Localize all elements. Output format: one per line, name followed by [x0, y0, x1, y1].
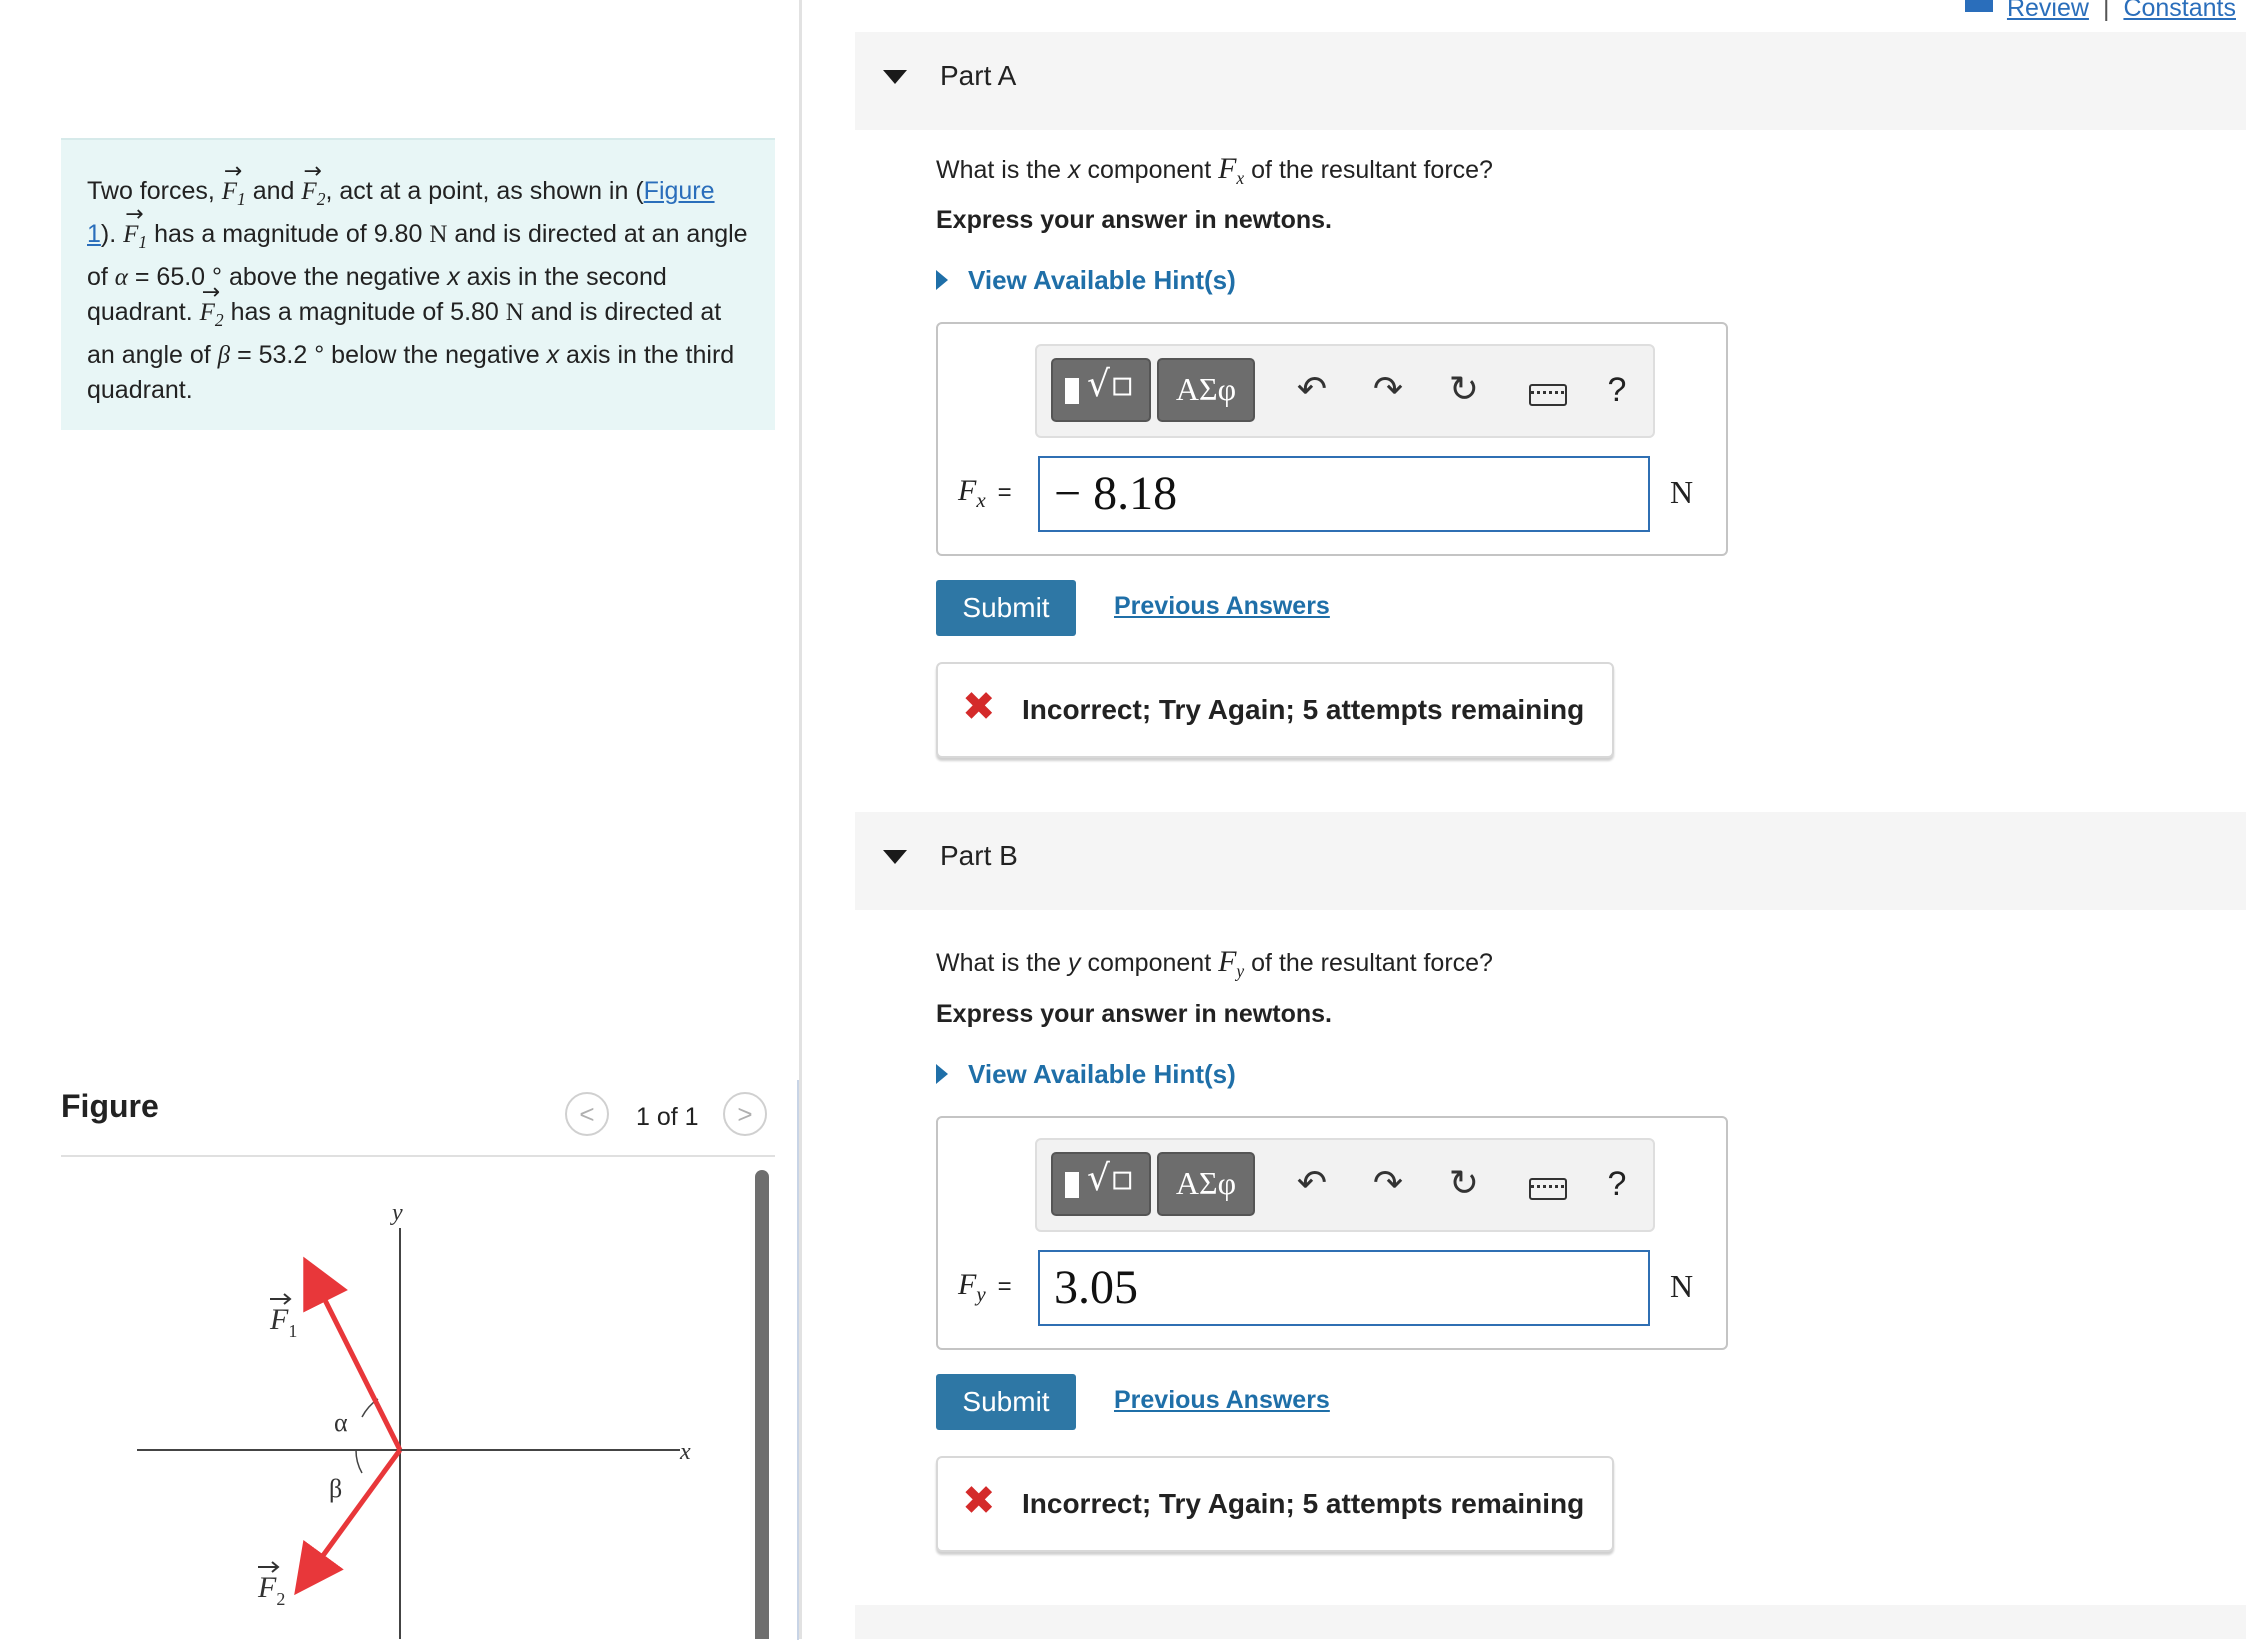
incorrect-x-icon: ✖	[962, 1478, 996, 1524]
alpha-label: α	[334, 1408, 348, 1437]
problem-text: ).	[100, 220, 124, 248]
radical-icon: √▫	[1087, 1158, 1135, 1199]
part-a-submit-button[interactable]: Submit	[936, 580, 1076, 636]
part-b-submit-button[interactable]: Submit	[936, 1374, 1076, 1430]
figure-page-indicator: 1 of 1	[636, 1103, 699, 1131]
top-links: Review | Constants	[1964, 0, 2236, 23]
figure-next-button[interactable]: >	[723, 1092, 767, 1136]
math-toolbar: √▫ ΑΣφ ↶ ↷ ↻ ?	[1035, 344, 1655, 438]
book-icon	[1964, 0, 1993, 13]
vector-f2: F2	[200, 275, 224, 338]
part-b-instruction: Express your answer in newtons.	[936, 1000, 1332, 1028]
f2-label: F2	[257, 1571, 285, 1609]
column-divider-accent	[797, 1080, 799, 1640]
part-b-answer-input[interactable]: 3.05	[1038, 1250, 1650, 1326]
symbols-button[interactable]: ΑΣφ	[1157, 358, 1255, 422]
part-b-feedback: ✖ Incorrect; Try Again; 5 attempts remai…	[936, 1456, 1614, 1552]
collapse-triangle-icon[interactable]	[883, 850, 907, 864]
x-variable: x	[447, 263, 460, 291]
force-f1-arrow	[303, 1256, 403, 1452]
templates-button[interactable]: √▫	[1051, 1152, 1151, 1216]
help-button[interactable]: ?	[1597, 1154, 1637, 1214]
part-a-title: Part A	[940, 60, 1017, 91]
part-a-answer-box: √▫ ΑΣφ ↶ ↷ ↻ ? Fx = − 8.18 N	[936, 322, 1728, 556]
part-b-header[interactable]: Part B	[855, 812, 2246, 910]
vector-f1: F1	[123, 197, 147, 260]
figure-pager: < 1 of 1 >	[565, 1092, 775, 1142]
alpha-symbol: α	[114, 264, 128, 291]
unit-newton: N	[429, 221, 448, 248]
radical-icon: √▫	[1087, 364, 1135, 405]
next-part-header	[855, 1605, 2246, 1639]
part-a-feedback-message: Incorrect; Try Again; 5 attempts remaini…	[1022, 694, 1585, 725]
incorrect-x-icon: ✖	[962, 684, 996, 730]
symbols-button[interactable]: ΑΣφ	[1157, 1152, 1255, 1216]
problem-text: = 53.2 ° below the negative	[230, 341, 547, 369]
problem-text: has a magnitude of 5.80	[223, 298, 506, 326]
problem-statement: Two forces, F1 and F2, act at a point, a…	[61, 138, 775, 430]
redo-icon[interactable]: ↷	[1363, 360, 1413, 420]
expand-triangle-icon	[936, 270, 948, 290]
problem-text: , act at a point, as shown in (	[325, 177, 644, 205]
beta-label: β	[329, 1474, 342, 1503]
part-b-hint-toggle[interactable]: View Available Hint(s)	[936, 1059, 1236, 1090]
figure-prev-button[interactable]: <	[565, 1092, 609, 1136]
beta-symbol: β	[217, 342, 231, 369]
review-link[interactable]: Review	[2007, 0, 2089, 22]
y-axis-label: y	[390, 1200, 403, 1226]
part-a-header[interactable]: Part A	[855, 32, 2246, 130]
undo-icon[interactable]: ↶	[1287, 1154, 1337, 1214]
beta-arc	[355, 1449, 363, 1474]
vector-f1: F1	[222, 154, 246, 217]
templates-button[interactable]: √▫	[1051, 358, 1151, 422]
problem-text: = 65.0 ° above the negative	[127, 263, 448, 291]
constants-link[interactable]: Constants	[2123, 0, 2236, 22]
help-button[interactable]: ?	[1597, 360, 1637, 420]
part-b-question: What is the y component Fy of the result…	[936, 945, 1493, 981]
unit-newton: N	[505, 299, 524, 326]
keyboard-icon[interactable]	[1529, 1178, 1567, 1200]
keyboard-icon[interactable]	[1529, 384, 1567, 406]
part-b-variable-label: Fy =	[958, 1268, 1012, 1306]
undo-icon[interactable]: ↶	[1287, 360, 1337, 420]
part-a-previous-answers-link[interactable]: Previous Answers	[1114, 592, 1330, 621]
part-b-previous-answers-link[interactable]: Previous Answers	[1114, 1386, 1330, 1415]
part-a-hint-toggle[interactable]: View Available Hint(s)	[936, 265, 1236, 296]
problem-text: Two forces,	[87, 177, 222, 205]
part-a-feedback: ✖ Incorrect; Try Again; 5 attempts remai…	[936, 662, 1614, 758]
part-b-title: Part B	[940, 840, 1018, 871]
figure-scrollbar[interactable]	[755, 1170, 769, 1639]
part-a-answer-input[interactable]: − 8.18	[1038, 456, 1650, 532]
x-variable: x	[546, 341, 560, 369]
problem-text: has a magnitude of 9.80	[147, 220, 430, 248]
part-a-instruction: Express your answer in newtons.	[936, 206, 1332, 234]
force-diagram: y x α β F1 F2	[137, 1200, 691, 1639]
problem-text: and	[245, 177, 302, 205]
part-b-answer-box: √▫ ΑΣφ ↶ ↷ ↻ ? Fy = 3.05 N	[936, 1116, 1728, 1350]
redo-icon[interactable]: ↷	[1363, 1154, 1413, 1214]
link-separator: |	[2102, 0, 2110, 22]
x-axis-label: x	[679, 1439, 691, 1465]
reset-icon[interactable]: ↻	[1439, 360, 1489, 420]
part-a-variable-label: Fx =	[958, 474, 1012, 512]
collapse-triangle-icon[interactable]	[883, 70, 907, 84]
expand-triangle-icon	[936, 1064, 948, 1084]
part-a-unit: N	[1670, 474, 1694, 510]
part-a-question: What is the x component Fx of the result…	[936, 152, 1493, 188]
force-f2-arrow	[294, 1448, 403, 1596]
vector-f2: F2	[301, 154, 325, 217]
part-b-unit: N	[1670, 1268, 1694, 1304]
figure-title: Figure	[61, 1088, 159, 1124]
column-divider	[799, 0, 802, 1639]
figure-divider	[61, 1155, 775, 1157]
f1-label: F1	[269, 1303, 297, 1341]
reset-icon[interactable]: ↻	[1439, 1154, 1489, 1214]
part-b-feedback-message: Incorrect; Try Again; 5 attempts remaini…	[1022, 1488, 1585, 1519]
math-toolbar: √▫ ΑΣφ ↶ ↷ ↻ ?	[1035, 1138, 1655, 1232]
